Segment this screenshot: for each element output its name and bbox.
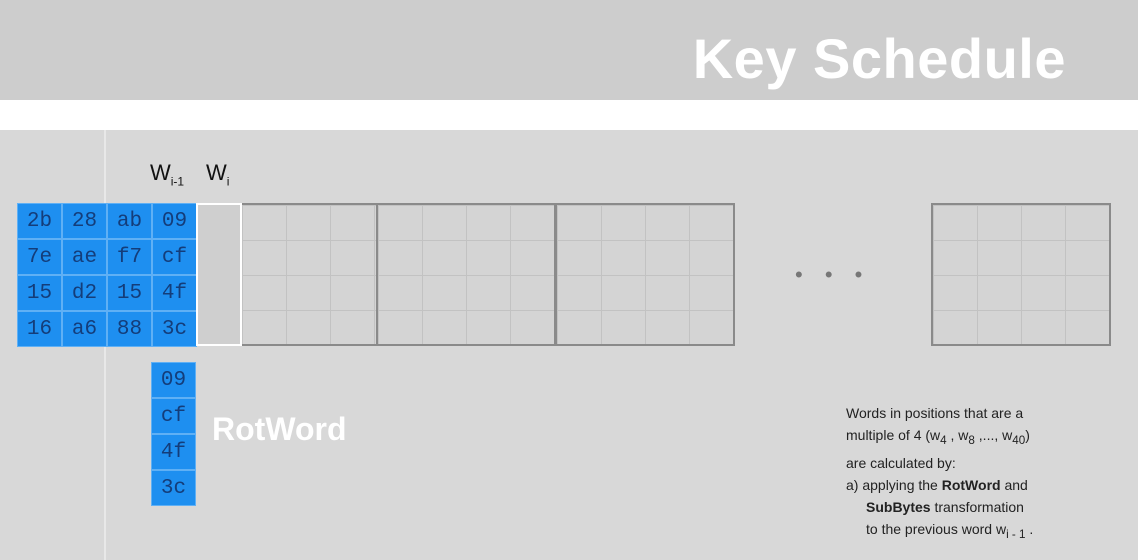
rotword-column: 09 cf 4f 3c <box>151 362 196 506</box>
rotword-cell: 3c <box>151 470 196 506</box>
rotword-cell: 09 <box>151 362 196 398</box>
key-cell: 28 <box>62 203 107 239</box>
key-cell: f7 <box>107 239 152 275</box>
rotword-cell: cf <box>151 398 196 434</box>
header-band: Key Schedule <box>0 0 1138 100</box>
key-cell: cf <box>152 239 197 275</box>
explanation-note: Words in positions that are a multiple o… <box>846 402 1116 546</box>
key-cell: 2b <box>17 203 62 239</box>
key-cell: a6 <box>62 311 107 347</box>
key-cell: 16 <box>17 311 62 347</box>
w-cur-label: Wi <box>206 160 230 189</box>
key-cell: 3c <box>152 311 197 347</box>
key-matrix: 2b 28 ab 09 7e ae f7 cf 15 d2 15 4f 16 a6 88 3c <box>17 203 197 347</box>
key-cell: ab <box>107 203 152 239</box>
key-cell: ae <box>62 239 107 275</box>
wi-highlight-box <box>196 203 242 346</box>
empty-block-3 <box>555 203 735 346</box>
note-line-6: to the previous word wi - 1 . <box>866 520 1034 541</box>
note-line-4: a) applying the RotWord and <box>846 476 1028 493</box>
key-cell: 15 <box>17 275 62 311</box>
note-line-5: SubBytes transformation <box>866 498 1024 515</box>
ellipsis: • • • <box>795 262 871 287</box>
empty-block-2 <box>376 203 556 346</box>
note-line-1: Words in positions that are a <box>846 405 1024 421</box>
w-prev-label: Wi-1 <box>150 160 185 189</box>
rotword-cell: 4f <box>151 434 196 470</box>
note-line-3: are calculated by: <box>846 454 956 471</box>
key-cell: 88 <box>107 311 152 347</box>
header-divider <box>0 100 1138 130</box>
empty-block-last <box>931 203 1111 346</box>
key-cell: 09 <box>152 203 197 239</box>
rotword-label: RotWord <box>212 411 347 447</box>
slide-title: Key Schedule <box>692 27 1066 90</box>
note-line-2: multiple of 4 (w4 , w8 ,..., w40) <box>846 427 1030 447</box>
key-cell: 7e <box>17 239 62 275</box>
key-cell: d2 <box>62 275 107 311</box>
key-cell: 15 <box>107 275 152 311</box>
key-cell: 4f <box>152 275 197 311</box>
